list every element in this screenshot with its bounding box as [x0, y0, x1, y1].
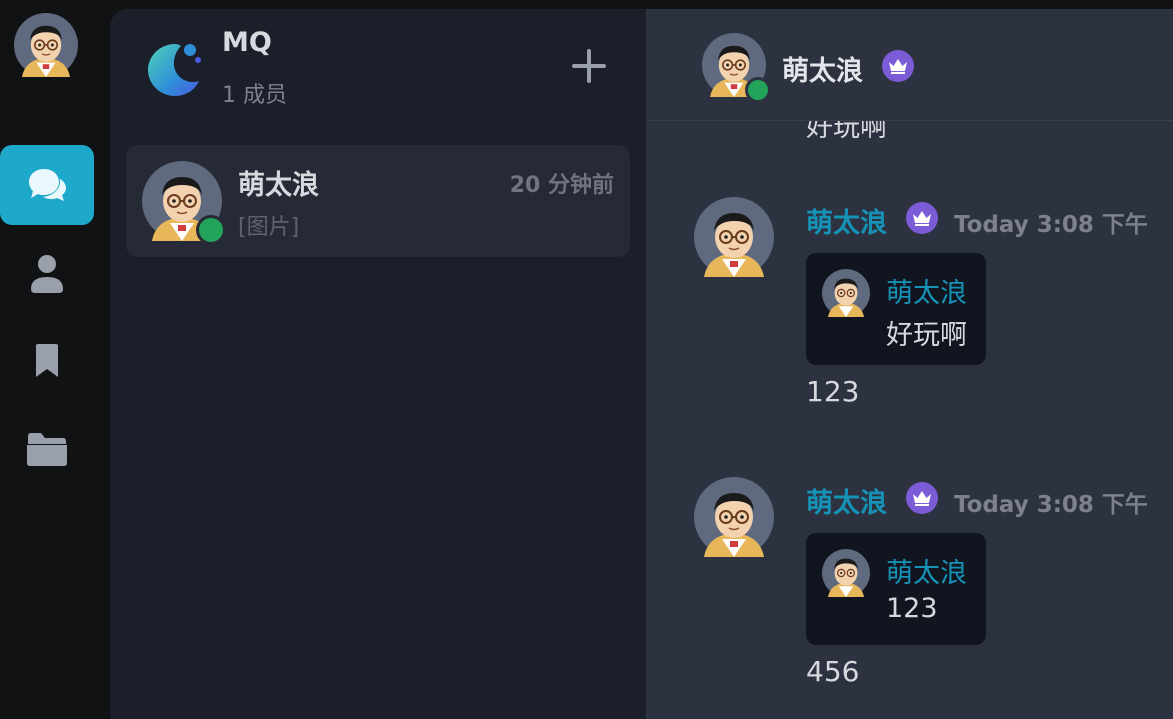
message-author[interactable]: 萌太浪	[806, 481, 887, 520]
conversation-panel: MQ 1 成员 萌太浪 20 分钟前 [图片]	[110, 9, 646, 719]
quoted-text: 好玩啊	[886, 320, 967, 351]
avatar	[822, 269, 870, 317]
crown-icon	[906, 202, 938, 234]
conversation-name: 萌太浪	[238, 170, 319, 201]
message-author[interactable]: 萌太浪	[806, 201, 887, 240]
folder-icon	[26, 432, 68, 466]
nav-chats-button[interactable]	[0, 145, 94, 225]
message-timestamp: Today 3:08 下午	[954, 492, 1148, 518]
crown-icon	[882, 50, 914, 82]
quoted-author: 萌太浪	[886, 558, 967, 589]
crown-icon	[906, 482, 938, 514]
online-status-indicator	[745, 77, 771, 103]
group-member-count: 1 成员	[222, 83, 287, 108]
chat-panel: 萌太浪 好玩啊 萌太浪 Today 3:08 下午 萌太浪 好玩啊 123 萌太…	[646, 9, 1173, 719]
nav-files-button[interactable]	[0, 409, 94, 489]
message-text: 456	[806, 655, 860, 688]
conversation-time: 20 分钟前	[509, 173, 614, 198]
quoted-message[interactable]: 萌太浪 好玩啊	[806, 253, 986, 365]
message-timestamp: Today 3:08 下午	[954, 212, 1148, 238]
quoted-author: 萌太浪	[886, 278, 967, 309]
bookmark-icon	[33, 344, 61, 378]
nav-contacts-button[interactable]	[0, 233, 94, 313]
group-name: MQ	[222, 27, 272, 58]
nav-rail	[0, 0, 110, 719]
conversation-preview: [图片]	[238, 215, 300, 240]
group-logo	[146, 40, 204, 98]
avatar-image	[14, 13, 78, 77]
plus-icon	[568, 49, 610, 91]
user-icon	[29, 253, 65, 293]
avatar[interactable]	[694, 477, 774, 557]
conversation-item[interactable]: 萌太浪 20 分钟前 [图片]	[126, 145, 630, 257]
add-button[interactable]	[568, 45, 610, 87]
chat-title: 萌太浪	[782, 56, 863, 87]
quoted-text: 123	[886, 593, 938, 624]
app-window: MQ 1 成员 萌太浪 20 分钟前 [图片] 萌太浪 好玩啊 萌太浪 Toda…	[0, 0, 1173, 719]
chat-header: 萌太浪	[646, 9, 1173, 121]
my-avatar[interactable]	[14, 13, 78, 77]
message-text: 123	[806, 375, 860, 408]
online-status-indicator	[196, 215, 226, 245]
chat-icon	[27, 167, 67, 203]
avatar[interactable]	[694, 197, 774, 277]
quoted-message[interactable]: 萌太浪 123	[806, 533, 986, 645]
nav-bookmarks-button[interactable]	[0, 321, 94, 401]
avatar	[822, 549, 870, 597]
